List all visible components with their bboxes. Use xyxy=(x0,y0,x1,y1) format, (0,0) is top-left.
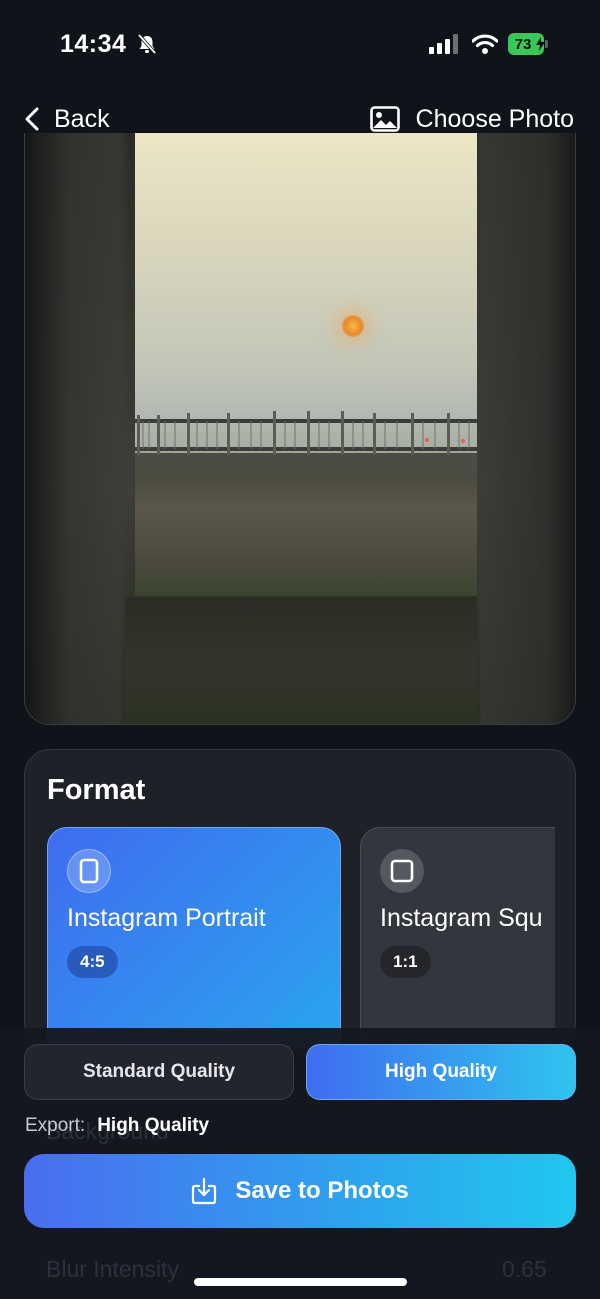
export-value: High Quality xyxy=(97,1115,210,1136)
format-option-ratio: 4:5 xyxy=(67,946,118,978)
fence xyxy=(135,411,477,475)
back-button[interactable]: Back xyxy=(24,101,110,137)
battery-cap xyxy=(545,40,548,48)
blur-intensity-label: Blur Intensity xyxy=(46,1256,179,1282)
format-title: Format xyxy=(47,774,146,806)
format-options: Instagram Portrait 4:5 Instagram Squ 1:1 xyxy=(47,827,555,1048)
bell-slash-icon xyxy=(137,33,157,55)
square-frame-icon xyxy=(380,849,424,893)
wifi-icon xyxy=(472,34,498,54)
sunset-photo xyxy=(135,133,477,596)
format-option-instagram-portrait[interactable]: Instagram Portrait 4:5 xyxy=(47,827,341,1048)
photo-preview xyxy=(24,133,576,725)
status-time: 14:34 xyxy=(60,30,127,58)
save-label: Save to Photos xyxy=(235,1177,409,1204)
home-indicator[interactable] xyxy=(194,1278,407,1286)
choose-photo-button[interactable]: Choose Photo xyxy=(369,101,574,137)
status-bar: 14:34 73 xyxy=(0,0,600,90)
chevron-left-icon xyxy=(25,107,39,131)
download-icon xyxy=(192,1177,217,1205)
portrait-frame-icon xyxy=(67,849,111,893)
export-label: Export: xyxy=(25,1115,86,1136)
export-panel: Background Blur Intensity 0.65 Standard … xyxy=(0,1028,600,1299)
format-option-instagram-square[interactable]: Instagram Squ 1:1 xyxy=(360,827,555,1048)
photo-icon xyxy=(369,106,400,132)
blur-intensity-value: 0.65 xyxy=(502,1256,547,1282)
signal-icon xyxy=(429,34,458,54)
export-summary: Export: High Quality xyxy=(25,1115,209,1137)
format-option-name: Instagram Squ xyxy=(380,904,543,932)
save-to-photos-button[interactable]: Save to Photos xyxy=(24,1154,576,1228)
sun xyxy=(342,315,364,337)
ground xyxy=(135,473,477,596)
format-card: Format Instagram Portrait 4:5 Instagram … xyxy=(24,749,576,1049)
format-option-name: Instagram Portrait xyxy=(67,904,266,932)
battery-icon: 73 xyxy=(508,33,548,55)
bolt-icon xyxy=(536,37,545,51)
quality-toggle: Standard Quality High Quality xyxy=(24,1044,576,1100)
choose-photo-label: Choose Photo xyxy=(415,104,574,133)
blurred-strip xyxy=(125,597,477,724)
back-label: Back xyxy=(54,104,110,133)
standard-quality-button[interactable]: Standard Quality xyxy=(24,1044,294,1100)
format-option-ratio: 1:1 xyxy=(380,946,431,978)
high-quality-button[interactable]: High Quality xyxy=(306,1044,576,1100)
